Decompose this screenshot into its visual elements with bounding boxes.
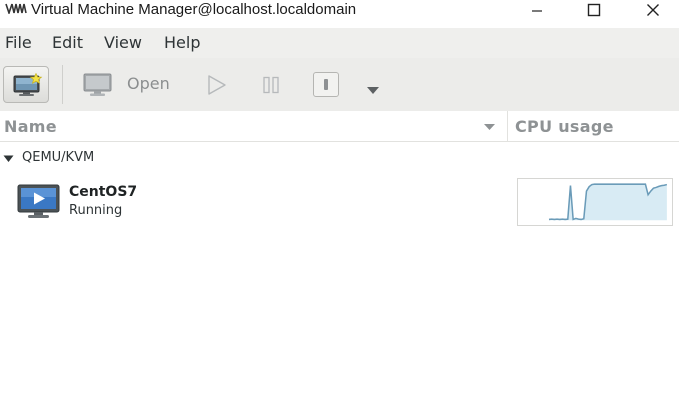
- column-header-cpu-usage[interactable]: CPU usage: [515, 118, 614, 136]
- monitor-icon: [83, 73, 112, 96]
- pause-icon: [263, 76, 279, 94]
- vm-running-icon: [17, 184, 60, 218]
- pause-button[interactable]: [262, 76, 282, 98]
- open-button-label: Open: [127, 74, 170, 93]
- play-icon: [208, 75, 226, 95]
- minimize-icon: [532, 10, 542, 12]
- power-plug-icon: [324, 79, 328, 90]
- connection-row[interactable]: QEMU/KVM: [0, 149, 679, 169]
- cpu-usage-area: [549, 184, 667, 221]
- close-button[interactable]: [633, 0, 673, 20]
- close-icon: [647, 4, 659, 16]
- shutdown-menu-dropdown[interactable]: [366, 80, 380, 99]
- sort-descending-icon[interactable]: [483, 123, 496, 131]
- title-bar[interactable]: Virtual Machine Manager@localhost.locald…: [0, 0, 679, 22]
- vm-status: Running: [69, 203, 123, 218]
- menu-edit[interactable]: Edit: [52, 34, 83, 52]
- column-header-name[interactable]: Name: [4, 118, 57, 136]
- list-column-header: Name CPU usage: [0, 111, 679, 142]
- maximize-button[interactable]: [574, 0, 614, 20]
- chevron-down-icon: [367, 87, 379, 94]
- new-vm-button[interactable]: [3, 66, 49, 103]
- main-window: Virtual Machine Manager@localhost.locald…: [0, 0, 679, 412]
- maximize-icon: [587, 3, 601, 17]
- menu-file[interactable]: File: [5, 34, 32, 52]
- vm-name: CentOS7: [69, 184, 138, 200]
- connection-label: QEMU/KVM: [22, 150, 95, 165]
- expander-down-icon[interactable]: [3, 155, 14, 163]
- column-divider[interactable]: [507, 111, 508, 142]
- open-button[interactable]: Open: [80, 70, 180, 100]
- menu-view[interactable]: View: [104, 34, 142, 52]
- shutdown-button[interactable]: [313, 72, 339, 97]
- run-button[interactable]: [206, 74, 228, 100]
- monitor-star-icon: [13, 73, 43, 96]
- minimize-button[interactable]: [517, 0, 557, 20]
- menu-help[interactable]: Help: [164, 34, 200, 52]
- toolbar: Open: [0, 58, 679, 111]
- menu-bar: File Edit View Help: [0, 28, 679, 58]
- app-logo-icon: [5, 3, 27, 14]
- cpu-usage-graph: [517, 178, 673, 226]
- window-title: Virtual Machine Manager@localhost.locald…: [31, 1, 357, 18]
- vm-row[interactable]: CentOS7 Running: [0, 176, 679, 228]
- toolbar-separator: [62, 65, 63, 104]
